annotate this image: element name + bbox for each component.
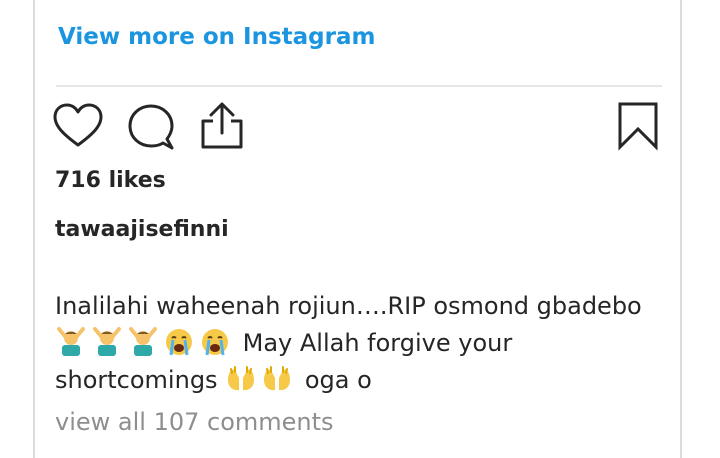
caption-line-3: shortcomings oga o <box>55 362 685 399</box>
share-upload-icon[interactable] <box>199 101 245 151</box>
caption-line-2-text: May Allah forgive your <box>235 329 513 357</box>
raising-hands-emoji <box>261 364 295 392</box>
raising-hands-emoji <box>225 364 259 392</box>
person-gesturing-no-emoji <box>127 327 161 356</box>
heart-icon[interactable] <box>53 103 103 149</box>
divider <box>56 85 662 87</box>
post-username[interactable]: tawaajisefinni <box>55 217 229 242</box>
caption-line-2: May Allah forgive your <box>55 325 685 362</box>
caption-line-3-text: shortcomings <box>55 366 218 394</box>
caption-line-3-tail: oga o <box>297 366 372 394</box>
view-more-on-instagram-link[interactable]: View more on Instagram <box>58 24 375 50</box>
person-gesturing-no-emoji <box>55 327 89 356</box>
loudly-crying-face-emoji <box>163 327 197 356</box>
bookmark-icon[interactable] <box>617 101 659 151</box>
post-caption: Inalilahi waheenah rojiun….RIP osmond gb… <box>55 288 685 399</box>
likes-count: 716 likes <box>55 168 166 193</box>
person-gesturing-no-emoji <box>91 327 125 356</box>
caption-line-1: Inalilahi waheenah rojiun….RIP osmond gb… <box>55 292 642 320</box>
comment-bubble-icon[interactable] <box>127 103 175 151</box>
view-all-comments-link[interactable]: view all 107 comments <box>55 408 334 436</box>
loudly-crying-face-emoji <box>199 327 233 356</box>
